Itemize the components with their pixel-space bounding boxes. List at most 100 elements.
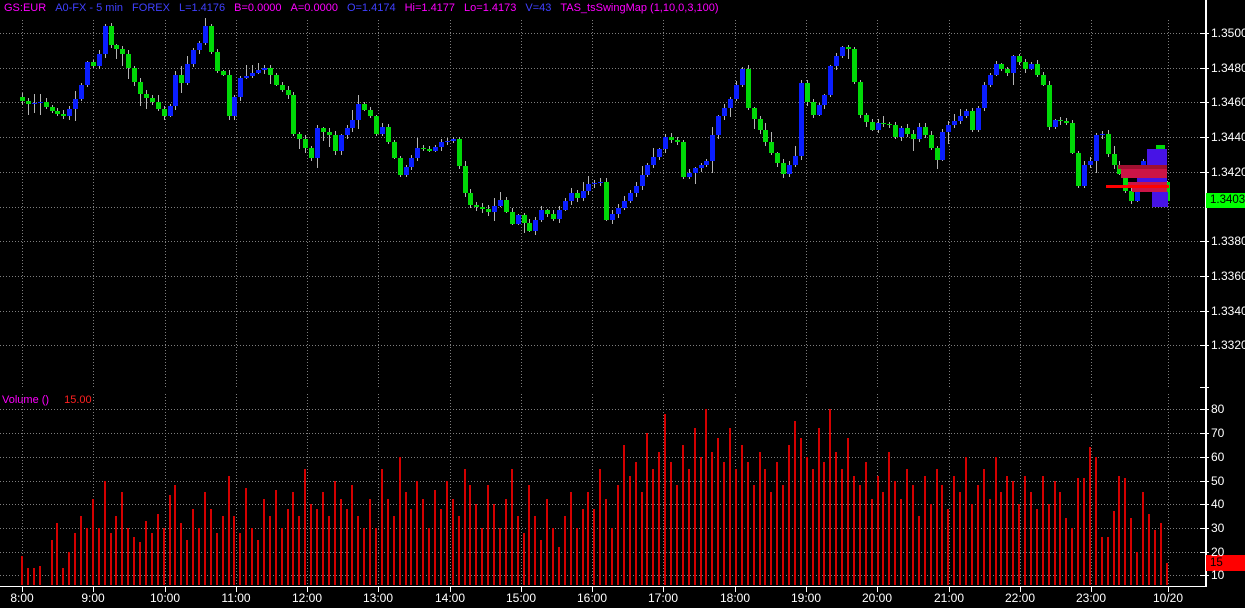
volume-bar: [310, 504, 312, 585]
candle-body: [1070, 123, 1075, 153]
candle-body: [474, 205, 479, 207]
volume-pane[interactable]: Volume () 15.00: [0, 392, 1204, 586]
candle-body: [297, 134, 302, 139]
volume-bar: [794, 421, 796, 585]
volume-bar: [723, 462, 725, 585]
volume-bar: [906, 469, 908, 585]
candle-body: [527, 223, 532, 231]
candle-body: [1088, 161, 1093, 165]
candle-body: [864, 115, 869, 122]
candle-wick: [883, 116, 884, 127]
volume-bar: [216, 533, 218, 585]
time-axis-label: 11:00: [221, 591, 250, 605]
volume-bar: [835, 452, 837, 585]
time-gridline: [22, 20, 23, 388]
candle-body: [840, 47, 845, 56]
volume-bar: [1136, 552, 1138, 585]
volume-bar: [1018, 504, 1020, 585]
volume-bar: [68, 552, 70, 585]
axis-line-horizontal: [0, 586, 1207, 587]
volume-bar: [446, 481, 448, 585]
price-pane[interactable]: [0, 18, 1204, 390]
volume-bar: [729, 428, 731, 585]
candle-body: [1011, 56, 1016, 73]
volume-bar: [204, 492, 206, 585]
volume-bar: [688, 469, 690, 585]
candle-body: [221, 71, 226, 75]
volume-bar: [493, 504, 495, 585]
volume-bar: [180, 523, 182, 585]
candle-body: [356, 104, 361, 120]
candle-body: [846, 47, 851, 49]
volume-bar: [281, 528, 283, 585]
candle-body: [374, 116, 379, 134]
volume-bar: [983, 469, 985, 585]
volume-axis-label: 70: [1211, 427, 1224, 439]
candle-body: [911, 134, 916, 139]
time-gridline: [236, 394, 237, 585]
candle-body: [321, 128, 326, 132]
volume-bar: [534, 516, 536, 585]
volume-bar: [1036, 509, 1038, 585]
candle-body: [710, 135, 715, 161]
volume-bar: [658, 452, 660, 585]
volume-bar: [936, 469, 938, 585]
price-axis-tick: [1200, 311, 1209, 312]
price-axis-tick: [1200, 172, 1209, 173]
volume-bar: [475, 504, 477, 585]
volume-bar: [1166, 563, 1168, 585]
time-axis[interactable]: 8:009:0010:0011:0012:0013:0014:0015:0016…: [0, 586, 1245, 608]
volume-bar: [375, 528, 377, 585]
volume-bar: [416, 481, 418, 585]
candle-body: [114, 45, 119, 49]
volume-axis-tick: [1200, 409, 1209, 410]
volume-bar: [971, 504, 973, 585]
candle-body: [109, 26, 114, 45]
price-axis-tick: [1200, 241, 1209, 242]
title-segment: L=1.4176: [179, 2, 225, 14]
volume-bar: [192, 509, 194, 585]
time-gridline: [949, 394, 950, 585]
volume-bar: [434, 490, 436, 585]
volume-bar: [599, 469, 601, 585]
volume-bar: [847, 438, 849, 585]
candle-body: [1106, 134, 1111, 154]
volume-bar: [989, 499, 991, 585]
volume-bar: [1089, 447, 1091, 585]
volume-bar: [800, 438, 802, 585]
time-gridline: [663, 20, 664, 388]
volume-axis-tick: [1200, 457, 1209, 458]
candle-body: [787, 165, 792, 174]
price-axis-label: 1.3420: [1211, 166, 1245, 178]
price-axis-label: 1.3340: [1211, 305, 1245, 317]
time-gridline: [521, 20, 522, 388]
candle-body: [486, 209, 491, 212]
title-segment: Hi=1.4177: [405, 2, 455, 14]
volume-bar: [540, 540, 542, 585]
volume-bar: [1113, 511, 1115, 585]
candle-body: [940, 132, 945, 160]
swing-map-box: [1152, 192, 1168, 207]
price-axis[interactable]: 1.3403 15 1.35001.34801.34601.34401.3420…: [1200, 0, 1245, 586]
candle-body: [398, 158, 403, 175]
candle-body: [404, 167, 409, 175]
candle-body: [598, 182, 603, 183]
candle-body: [268, 68, 273, 75]
candle-body: [20, 97, 25, 101]
candle-body: [445, 141, 450, 142]
volume-bar: [233, 516, 235, 585]
volume-bar: [1024, 476, 1026, 585]
volume-bar: [552, 528, 554, 585]
volume-bar: [995, 457, 997, 585]
chart-window: GS:EURA0-FX - 5 minFOREXL=1.4176B=0.0000…: [0, 0, 1245, 608]
time-gridline: [378, 394, 379, 585]
candle-body: [551, 214, 556, 219]
candle-body: [970, 111, 975, 130]
price-axis-label: 1.3380: [1211, 235, 1245, 247]
volume-bar: [759, 452, 761, 585]
candle-body: [870, 122, 875, 130]
volume-bar: [1048, 504, 1050, 585]
volume-bar: [912, 485, 914, 585]
volume-bar: [1130, 518, 1132, 585]
volume-bar: [151, 533, 153, 585]
